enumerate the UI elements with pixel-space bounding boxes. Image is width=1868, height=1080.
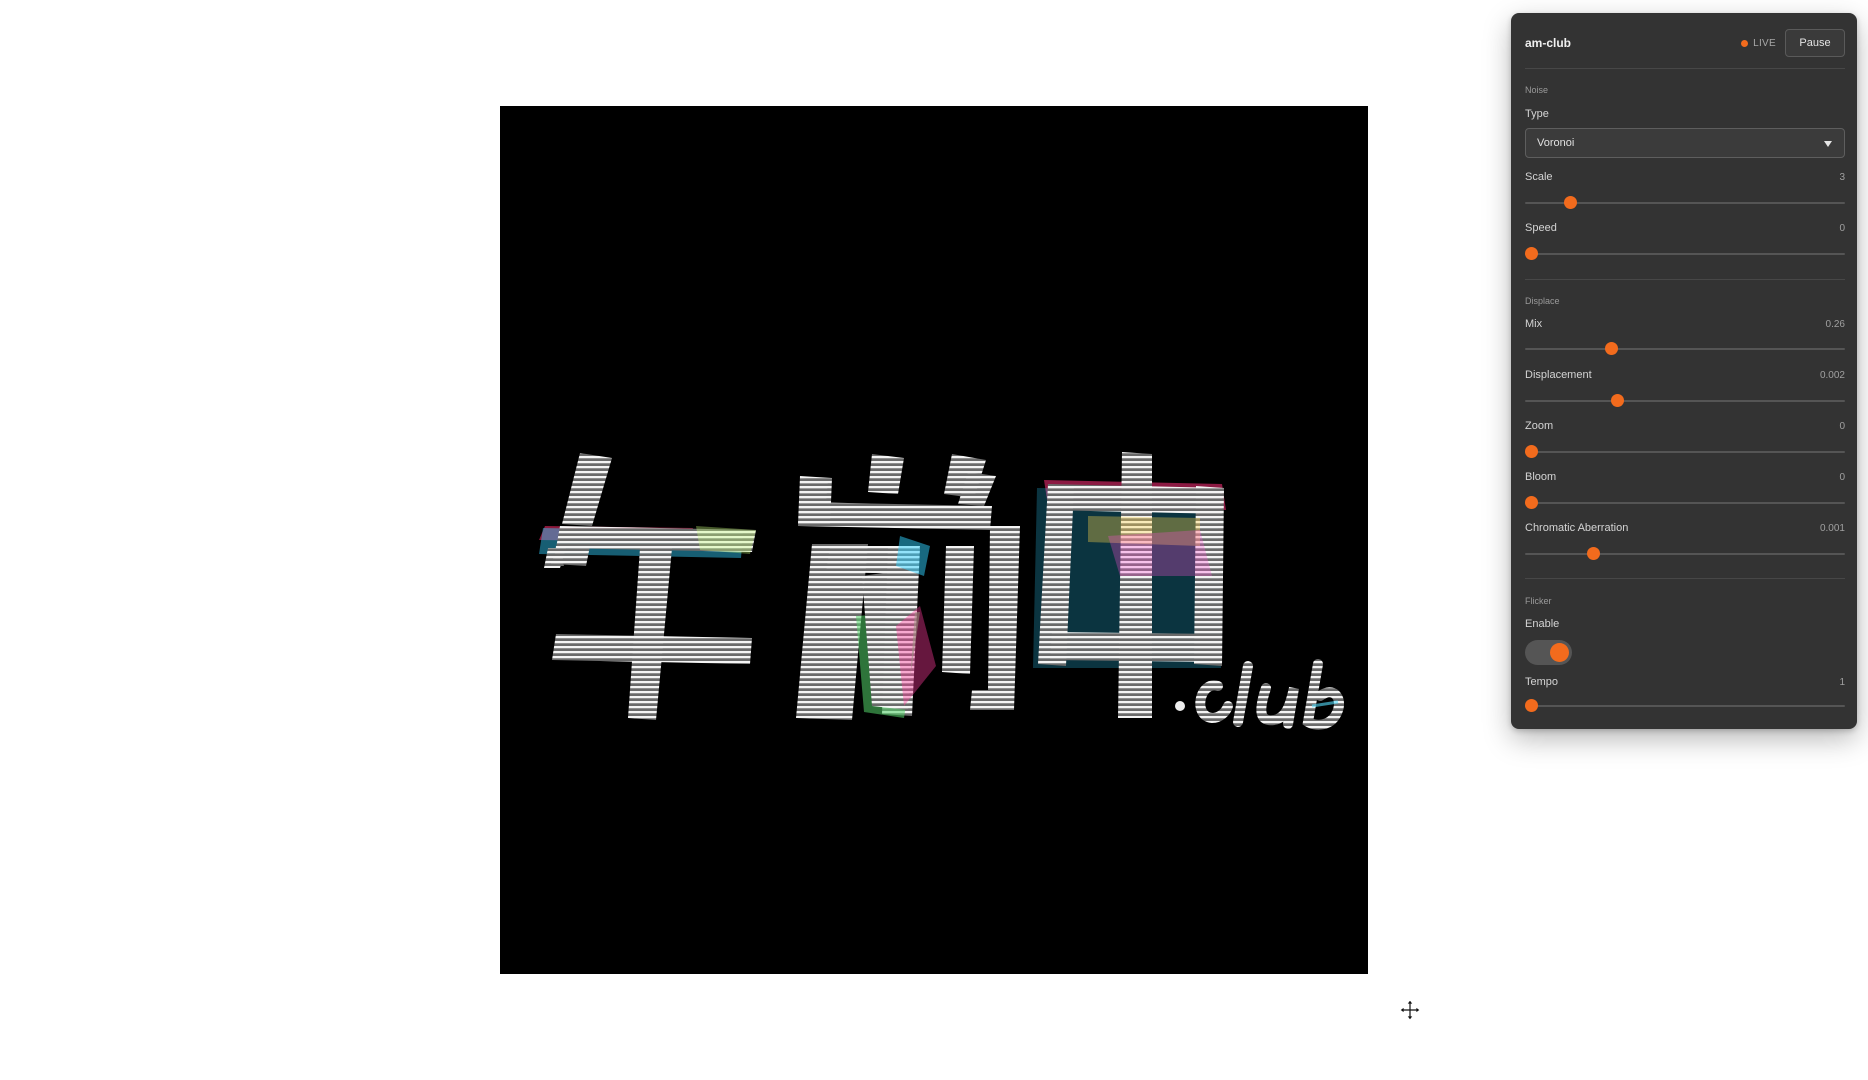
section-label-displace: Displace (1525, 296, 1560, 306)
speed-slider[interactable] (1525, 247, 1845, 261)
slider-thumb[interactable] (1525, 247, 1538, 260)
move-cursor-icon (1399, 999, 1421, 1021)
bloom-value: 0 (1839, 472, 1845, 483)
slider-thumb[interactable] (1563, 196, 1577, 209)
slider-thumb[interactable] (1586, 547, 1600, 560)
bloom-slider[interactable] (1525, 496, 1845, 510)
chromatic-aberration-value: 0.001 (1819, 523, 1845, 534)
slider-thumb[interactable] (1611, 394, 1625, 407)
glyph-go (539, 453, 756, 720)
bloom-label: Bloom (1525, 471, 1557, 483)
panel-header: am-club LIVE Pause (1525, 29, 1845, 57)
type-label: Type (1525, 108, 1549, 120)
live-indicator: LIVE (1741, 38, 1776, 49)
mix-slider[interactable] (1525, 342, 1845, 356)
displacement-value: 0.002 (1819, 370, 1845, 381)
slider-track (1525, 502, 1845, 504)
scale-label: Scale (1525, 171, 1553, 183)
flicker-enable-toggle[interactable] (1525, 640, 1572, 665)
zoom-label: Zoom (1525, 420, 1554, 432)
slider-thumb[interactable] (1525, 445, 1538, 458)
logo-artwork (539, 452, 1344, 730)
scale-slider[interactable] (1525, 196, 1845, 210)
speed-value: 0 (1839, 223, 1845, 234)
chromatic-aberration-label: Chromatic Aberration (1525, 522, 1629, 534)
chromatic-aberration-slider[interactable] (1525, 547, 1845, 561)
section-label-noise: Noise (1525, 85, 1549, 95)
slider-track (1525, 400, 1845, 402)
displacement-slider[interactable] (1525, 394, 1845, 408)
slider-thumb[interactable] (1525, 496, 1538, 509)
slider-track (1525, 348, 1845, 350)
mix-value: 0.26 (1825, 319, 1845, 330)
slider-track (1525, 705, 1845, 707)
displacement-label: Displacement (1525, 369, 1592, 381)
live-label: LIVE (1753, 37, 1776, 49)
chevron-down-icon (1824, 141, 1832, 147)
slider-thumb[interactable] (1605, 342, 1619, 355)
page: am-club LIVE Pause Noise Type Voronoi Sc… (0, 0, 1868, 1080)
divider (1525, 578, 1845, 579)
slider-thumb[interactable] (1525, 699, 1538, 712)
noise-type-select[interactable]: Voronoi (1525, 128, 1845, 158)
panel-title: am-club (1525, 36, 1572, 50)
section-label-flicker: Flicker (1525, 596, 1552, 606)
slider-track (1525, 553, 1845, 555)
logo-glyphs (539, 452, 1344, 730)
zoom-value: 0 (1839, 421, 1845, 432)
glyph-club (1175, 659, 1344, 730)
noise-type-value: Voronoi (1537, 137, 1575, 149)
toggle-knob (1550, 643, 1569, 662)
glyph-mae (796, 454, 1020, 720)
tempo-label: Tempo (1525, 676, 1559, 688)
live-dot-icon (1741, 39, 1749, 47)
zoom-slider[interactable] (1525, 445, 1845, 459)
tempo-slider[interactable] (1525, 699, 1845, 713)
pause-button[interactable]: Pause (1785, 29, 1845, 57)
tempo-value: 1 (1839, 677, 1845, 688)
enable-label: Enable (1525, 618, 1560, 630)
glyph-naka (1033, 452, 1226, 718)
slider-track (1525, 253, 1845, 255)
mix-label: Mix (1525, 318, 1543, 330)
scale-value: 3 (1839, 172, 1845, 183)
divider (1525, 279, 1845, 280)
divider (1525, 68, 1845, 69)
render-canvas[interactable] (500, 106, 1368, 974)
speed-label: Speed (1525, 222, 1557, 234)
control-panel: am-club LIVE Pause Noise Type Voronoi Sc… (1511, 13, 1857, 729)
slider-track (1525, 451, 1845, 453)
